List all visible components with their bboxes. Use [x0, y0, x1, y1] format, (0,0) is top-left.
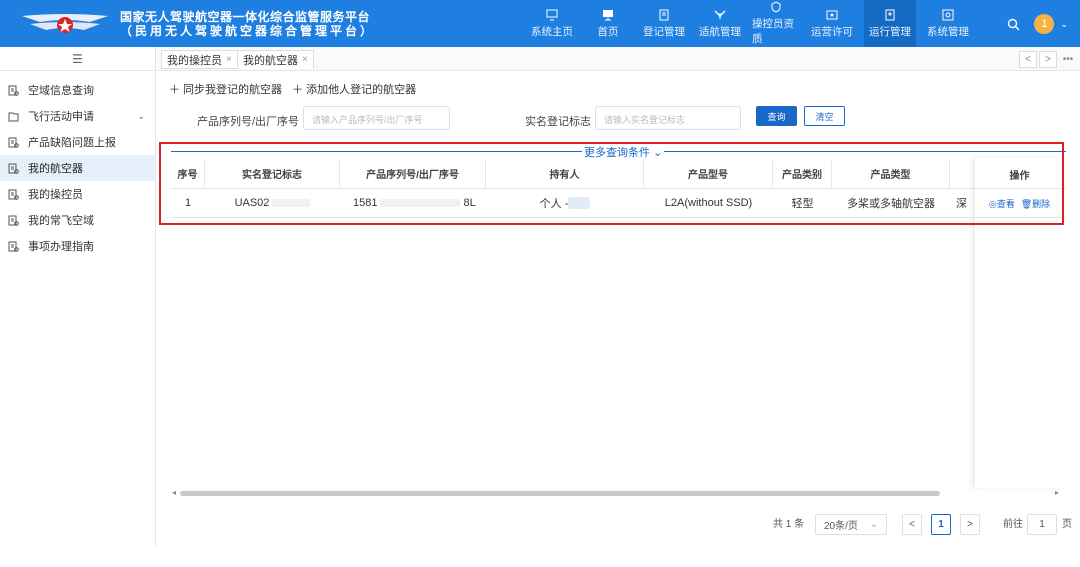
doc-icon: [8, 137, 19, 148]
realname-filter-label: 实名登记标志: [525, 116, 591, 128]
doc-icon: [8, 85, 19, 96]
sidebar-item-my-operators[interactable]: 我的操控员: [0, 181, 155, 207]
sidebar-item-label: 飞行活动申请: [28, 111, 94, 123]
chevron-down-icon[interactable]: ⌄: [1060, 19, 1068, 30]
clear-button[interactable]: 清空: [804, 106, 845, 126]
nav-label: 运行管理: [869, 25, 911, 38]
nav-item-operation-management[interactable]: 运行管理: [864, 0, 916, 47]
nav-item-system-management[interactable]: 系统管理: [924, 0, 972, 47]
sidebar-item-label: 空域信息查询: [28, 85, 94, 97]
main-nav: 系统主页 首页 登记管理 适航管理 操控员资质 运营许可 运行管理 系统管理: [528, 0, 980, 47]
register-icon: [659, 9, 669, 20]
nav-label: 系统主页: [531, 25, 573, 38]
nav-label: 登记管理: [643, 25, 685, 38]
sidebar-item-label: 我的常飞空域: [28, 215, 94, 227]
drone-icon: [714, 10, 726, 19]
page-size-select[interactable]: 20条/页 ⌄: [815, 514, 887, 535]
sidebar-item-guide[interactable]: 事项办理指南: [0, 233, 155, 259]
nav-label: 运营许可: [811, 25, 853, 38]
permit-icon: [826, 10, 838, 19]
sidebar: ☰ 空域信息查询 飞行活动申请 ⌄ 产品缺陷问题上报 我的航空器 我的操控员 我…: [0, 47, 156, 546]
doc-icon: [8, 241, 19, 252]
sidebar-item-frequent-airspace[interactable]: 我的常飞空域: [0, 207, 155, 233]
nav-label: 系统管理: [927, 25, 969, 38]
sidebar-item-my-aircraft[interactable]: 我的航空器: [0, 155, 155, 181]
user-avatar[interactable]: 1: [1034, 14, 1055, 34]
sidebar-item-airspace-query[interactable]: 空域信息查询: [0, 77, 155, 103]
nav-item-home[interactable]: 首页: [584, 0, 632, 47]
header-right: 1 ⌄: [1007, 14, 1068, 34]
menu-toggle-icon[interactable]: ☰: [0, 47, 155, 71]
page-number-1[interactable]: 1: [931, 514, 951, 535]
scroll-left-icon[interactable]: ◂: [172, 488, 176, 497]
sidebar-item-label: 事项办理指南: [28, 241, 94, 253]
tab-label: 我的航空器: [243, 54, 298, 67]
chevron-down-icon[interactable]: ⌄: [137, 111, 145, 122]
page-unit: 页: [1062, 519, 1072, 530]
chevron-down-icon: ⌄: [869, 519, 878, 530]
operation-icon: [885, 9, 895, 20]
nav-label: 操控员资质: [752, 18, 794, 45]
scroll-right-icon[interactable]: ▸: [1055, 488, 1059, 497]
shield-icon: [771, 1, 781, 13]
folder-icon: [8, 112, 19, 121]
monitor-icon: [603, 9, 613, 20]
add-aircraft-link[interactable]: ＋ 添加他人登记的航空器: [292, 81, 416, 97]
settings-icon: [942, 9, 954, 20]
realname-filter-input[interactable]: 请输入实名登记标志: [595, 106, 741, 130]
platform-title: 国家无人驾驶航空器一体化综合监管服务平台 （民用无人驾驶航空器综合管理平台）: [120, 10, 375, 38]
nav-item-operation-permit[interactable]: 运营许可: [808, 0, 856, 47]
doc-icon: [8, 189, 19, 200]
nav-item-airworthiness[interactable]: 适航管理: [696, 0, 744, 47]
tab-my-operators[interactable]: 我的操控员 ×: [161, 50, 238, 69]
sidebar-item-label: 我的操控员: [28, 189, 83, 201]
sync-aircraft-link[interactable]: ＋ 同步我登记的航空器: [169, 81, 282, 97]
tab-next-icon[interactable]: >: [1039, 51, 1057, 68]
more-icon[interactable]: •••: [1059, 51, 1077, 68]
nav-item-registration[interactable]: 登记管理: [640, 0, 688, 47]
nav-label: 首页: [597, 25, 619, 38]
platform-title-sub: （民用无人驾驶航空器综合管理平台）: [120, 24, 376, 38]
action-links: ＋ 同步我登记的航空器 ＋ 添加他人登记的航空器: [169, 81, 426, 97]
search-icon[interactable]: [1007, 18, 1020, 31]
top-header: 国家无人驾驶航空器一体化综合监管服务平台 （民用无人驾驶航空器综合管理平台） 系…: [0, 0, 1080, 47]
sidebar-item-defect-report[interactable]: 产品缺陷问题上报: [0, 129, 155, 155]
tab-label: 我的操控员: [167, 54, 222, 67]
sidebar-item-flight-application[interactable]: 飞行活动申请 ⌄: [0, 103, 155, 129]
nav-label: 适航管理: [699, 25, 741, 38]
scrollbar-thumb[interactable]: [180, 491, 940, 496]
tabs-bar: 我的操控员 × 我的航空器 × < > •••: [157, 47, 1080, 71]
page-size-value: 20条/页: [824, 521, 858, 532]
serial-filter-input[interactable]: 请输入产品序列号/出厂序号: [303, 106, 450, 130]
doc-icon: [8, 163, 19, 174]
close-icon[interactable]: ×: [302, 54, 308, 65]
pagination-total: 共 1 条: [773, 519, 805, 530]
highlight-box: [159, 142, 1064, 225]
horizontal-scrollbar[interactable]: ◂ ▸: [172, 488, 1059, 498]
caac-logo-icon: [22, 14, 108, 33]
next-page-icon[interactable]: >: [960, 514, 980, 535]
platform-title-main: 国家无人驾驶航空器一体化综合监管服务平台: [120, 10, 371, 24]
goto-page-input[interactable]: 1: [1027, 514, 1057, 535]
nav-item-operator-qualification[interactable]: 操控员资质: [752, 0, 800, 47]
doc-icon: [8, 215, 19, 226]
prev-page-icon[interactable]: <: [902, 514, 922, 535]
sidebar-item-label: 我的航空器: [28, 163, 83, 175]
nav-item-system-home[interactable]: 系统主页: [528, 0, 576, 47]
home-icon: [546, 9, 558, 20]
goto-label: 前往: [1003, 519, 1023, 530]
close-icon[interactable]: ×: [226, 54, 232, 65]
tab-prev-icon[interactable]: <: [1019, 51, 1037, 68]
search-button[interactable]: 查询: [756, 106, 797, 126]
sidebar-item-label: 产品缺陷问题上报: [28, 137, 116, 149]
tab-my-aircraft[interactable]: 我的航空器 ×: [237, 50, 314, 69]
serial-filter-label: 产品序列号/出厂序号: [197, 116, 300, 128]
